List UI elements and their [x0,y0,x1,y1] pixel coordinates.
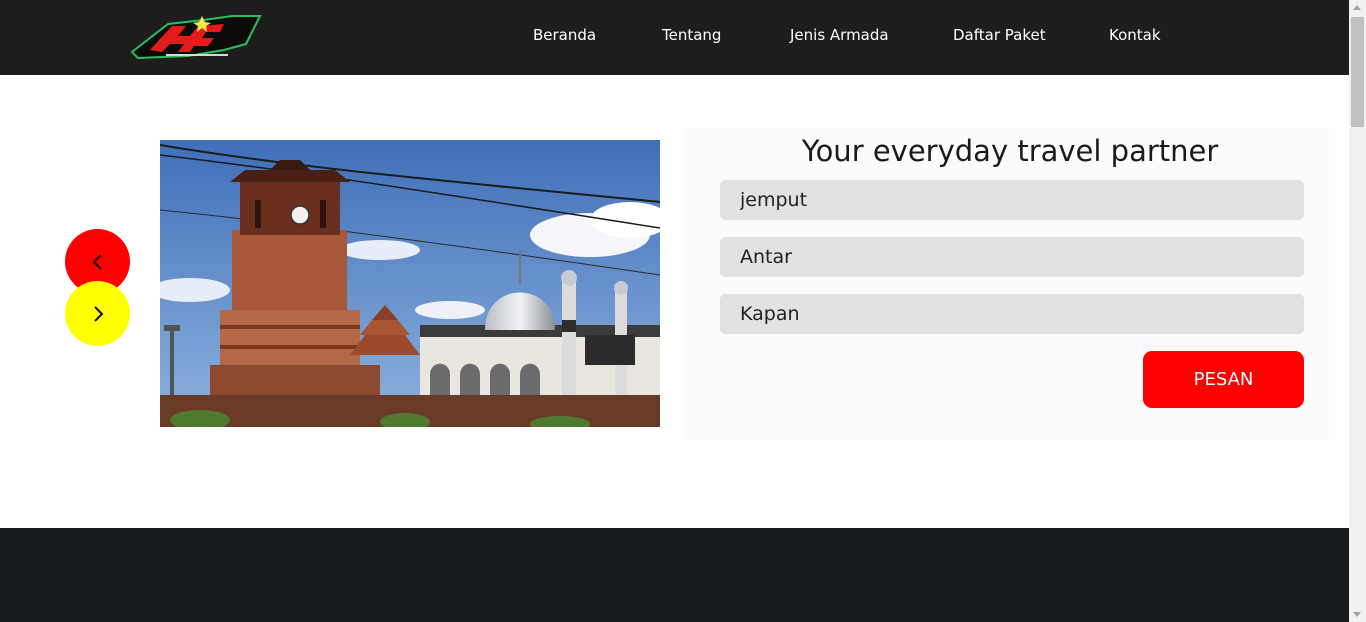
booking-form: Your everyday travel partner PESAN [685,128,1335,440]
scroll-down-icon[interactable] [1353,612,1361,617]
brand-logo[interactable] [128,10,262,62]
footer [0,528,1349,622]
nav-item-tentang[interactable]: Tentang [662,26,721,44]
scrollbar-thumb[interactable] [1351,17,1364,127]
nav-item-jenis-armada[interactable]: Jenis Armada [790,26,889,44]
mosque-photo [160,140,660,427]
nav-item-beranda[interactable]: Beranda [533,26,596,44]
nav-item-daftar-paket[interactable]: Daftar Paket [953,26,1046,44]
booking-title: Your everyday travel partner [801,134,1219,168]
slider-image [160,140,660,427]
chevron-right-icon [93,305,103,322]
chevron-left-icon [92,253,102,270]
nav-item-kontak[interactable]: Kontak [1109,26,1161,44]
pickup-input[interactable] [720,180,1304,220]
pesan-button[interactable]: PESAN [1143,351,1304,408]
page-scrollbar[interactable] [1349,0,1366,622]
dropoff-input[interactable] [720,237,1304,277]
date-input[interactable] [720,294,1304,334]
scroll-up-icon[interactable] [1353,5,1361,10]
slider-next-button[interactable] [65,281,130,346]
af-logo-icon [130,15,262,60]
navbar: Beranda Tentang Jenis Armada Daftar Pake… [0,0,1349,75]
